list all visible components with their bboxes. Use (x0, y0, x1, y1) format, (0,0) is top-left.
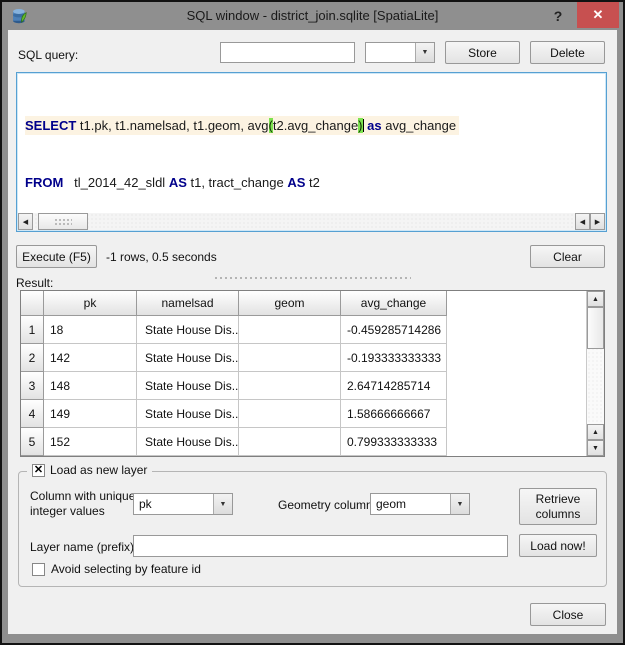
row-header[interactable]: 1 (21, 316, 44, 344)
saved-query-combobox[interactable]: ▼ (365, 42, 435, 63)
column-header-avg-change[interactable]: avg_change (341, 291, 447, 316)
cell-avg-change[interactable]: 0.799333333333 (341, 428, 447, 456)
table-vertical-scrollbar[interactable]: ▲ ▲ ▼ (586, 291, 604, 456)
result-grid: pk namelsad geom avg_change 1 18 State H… (21, 291, 586, 456)
group-legend: ✕ Load as new layer (27, 463, 153, 477)
sql-line-2: FROM tl_2014_42_sldl AS t1, tract_change… (25, 175, 320, 190)
cell-geom[interactable] (239, 428, 341, 456)
cell-geom[interactable] (239, 400, 341, 428)
row-header[interactable]: 2 (21, 344, 44, 372)
chevron-down-icon[interactable]: ▼ (213, 494, 232, 514)
cell-namelsad[interactable]: State House Dis... (137, 428, 239, 456)
sql-query-label: SQL query: (18, 48, 79, 62)
scroll-down-icon[interactable]: ▼ (587, 440, 604, 456)
load-as-new-layer-checkbox[interactable]: ✕ (32, 463, 45, 477)
unique-column-combobox[interactable]: pk ▼ (133, 493, 233, 515)
header-filler (447, 291, 586, 316)
geometry-column-label: Geometry column (278, 498, 373, 512)
cell-namelsad[interactable]: State House Dis... (137, 344, 239, 372)
chevron-down-icon[interactable]: ▼ (415, 43, 434, 62)
sql-window: SQL window - district_join.sqlite [Spati… (0, 0, 625, 645)
delete-button[interactable]: Delete (530, 41, 605, 64)
chevron-down-icon[interactable]: ▼ (450, 494, 469, 514)
editor-horizontal-scrollbar[interactable]: ◀ ◀ ▶ (18, 213, 605, 230)
close-button[interactable]: Close (530, 603, 606, 626)
dialog-content: SQL query: ▼ Store Delete SELECT t1.pk, … (8, 30, 617, 634)
layer-name-input[interactable] (133, 535, 508, 557)
scroll-up-icon[interactable]: ▲ (587, 291, 604, 307)
column-header-pk[interactable]: pk (44, 291, 137, 316)
layer-name-label: Layer name (prefix) (30, 540, 135, 554)
cell-avg-change[interactable]: 2.64714285714 (341, 372, 447, 400)
cell-pk[interactable]: 148 (44, 372, 137, 400)
sql-editor[interactable]: SELECT t1.pk, t1.namelsad, t1.geom, avg(… (16, 72, 607, 232)
scroll-left-icon[interactable]: ◀ (575, 213, 590, 230)
clear-button[interactable]: Clear (530, 245, 605, 268)
scroll-left-icon[interactable]: ◀ (18, 213, 33, 230)
cell-geom[interactable] (239, 316, 341, 344)
cell-namelsad[interactable]: State House Dis... (137, 400, 239, 428)
scroll-right-icon[interactable]: ▶ (590, 213, 605, 230)
cell-geom[interactable] (239, 344, 341, 372)
store-button[interactable]: Store (445, 41, 520, 64)
query-name-input[interactable] (220, 42, 355, 63)
result-label: Result: (16, 276, 54, 290)
horizontal-scrollbar-thumb[interactable] (38, 213, 88, 230)
sql-code[interactable]: SELECT t1.pk, t1.namelsad, t1.geom, avg(… (25, 78, 604, 212)
cell-pk[interactable]: 149 (44, 400, 137, 428)
avoid-selecting-checkbox[interactable] (32, 562, 45, 576)
avoid-selecting-label: Avoid selecting by feature id (51, 562, 201, 576)
group-title: Load as new layer (50, 463, 148, 477)
cell-pk[interactable]: 18 (44, 316, 137, 344)
row-header[interactable]: 3 (21, 372, 44, 400)
column-header-geom[interactable]: geom (239, 291, 341, 316)
cell-pk[interactable]: 142 (44, 344, 137, 372)
avoid-selecting-row: Avoid selecting by feature id (32, 562, 201, 576)
sql-line-1: SELECT t1.pk, t1.namelsad, t1.geom, avg(… (25, 116, 604, 135)
scroll-up-icon[interactable]: ▲ (587, 424, 604, 440)
unique-column-label: Column with unique integer values (30, 489, 136, 518)
row-header[interactable]: 5 (21, 428, 44, 456)
splitter-handle[interactable] (215, 276, 411, 279)
cell-geom[interactable] (239, 372, 341, 400)
thumb-grip-icon (54, 217, 72, 226)
corner-header[interactable] (21, 291, 44, 316)
cell-avg-change[interactable]: -0.193333333333 (341, 344, 447, 372)
vertical-scrollbar-thumb[interactable] (587, 307, 604, 349)
retrieve-columns-button[interactable]: Retrieve columns (519, 488, 597, 525)
result-table: pk namelsad geom avg_change 1 18 State H… (20, 290, 605, 457)
cell-pk[interactable]: 152 (44, 428, 137, 456)
cell-namelsad[interactable]: State House Dis... (137, 372, 239, 400)
geometry-column-combobox[interactable]: geom ▼ (370, 493, 470, 515)
execute-button[interactable]: Execute (F5) (16, 245, 97, 268)
cell-avg-change[interactable]: -0.459285714286 (341, 316, 447, 344)
query-status-text: -1 rows, 0.5 seconds (106, 250, 217, 264)
cell-namelsad[interactable]: State House Dis... (137, 316, 239, 344)
row-header[interactable]: 4 (21, 400, 44, 428)
column-header-namelsad[interactable]: namelsad (137, 291, 239, 316)
load-now-button[interactable]: Load now! (519, 534, 597, 557)
cell-avg-change[interactable]: 1.58666666667 (341, 400, 447, 428)
